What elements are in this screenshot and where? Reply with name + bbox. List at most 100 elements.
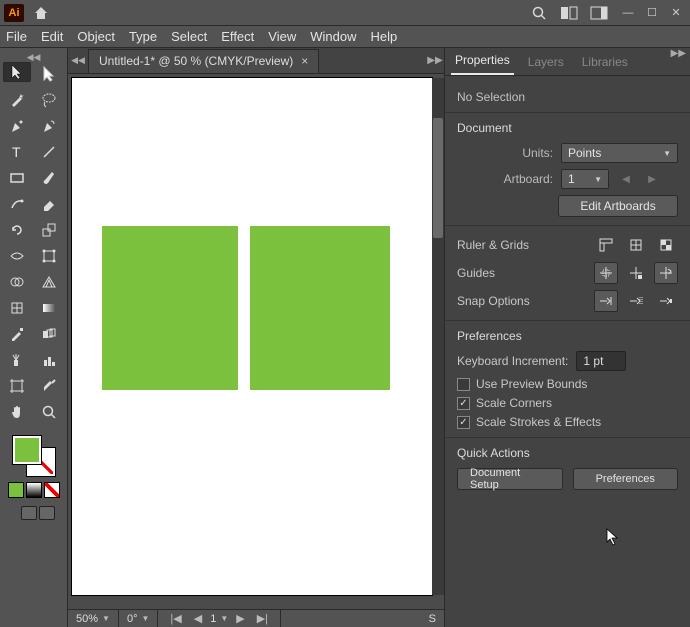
tab-layers[interactable]: Layers [524, 49, 568, 75]
window-titlebar: Ai — ☐ ✕ [0, 0, 690, 26]
document-setup-button[interactable]: Document Setup [457, 468, 563, 490]
snap-to-grid-icon[interactable] [624, 290, 648, 312]
symbol-sprayer-tool[interactable] [3, 348, 31, 372]
home-icon[interactable] [32, 4, 50, 22]
properties-panel: Properties Layers Libraries ▶▶ No Select… [444, 48, 690, 627]
width-tool[interactable] [3, 244, 31, 268]
transparency-grid-icon[interactable] [654, 234, 678, 256]
preferences-button[interactable]: Preferences [573, 468, 679, 490]
menu-edit[interactable]: Edit [41, 29, 63, 44]
selection-tool[interactable] [3, 62, 31, 82]
menu-help[interactable]: Help [370, 29, 397, 44]
checkbox-icon [457, 378, 470, 391]
fill-swatch[interactable] [13, 436, 41, 464]
arrange-documents-icon[interactable] [588, 3, 610, 23]
menu-effect[interactable]: Effect [221, 29, 254, 44]
ruler-toggle-icon[interactable] [594, 234, 618, 256]
menu-select[interactable]: Select [171, 29, 207, 44]
document-tab[interactable]: Untitled-1* @ 50 % (CMYK/Preview) × [88, 49, 319, 73]
type-tool[interactable]: T [3, 140, 31, 164]
rotate-tool[interactable] [3, 218, 31, 242]
perspective-grid-tool[interactable] [35, 270, 63, 294]
status-s: S [421, 610, 444, 627]
column-graph-tool[interactable] [35, 348, 63, 372]
shape-builder-tool[interactable] [3, 270, 31, 294]
zoom-level-display[interactable]: 50%▼ [68, 610, 119, 627]
normal-screen-mode-icon[interactable] [21, 506, 37, 520]
eyedropper-tool[interactable] [3, 322, 31, 346]
use-preview-bounds-label: Use Preview Bounds [476, 377, 587, 391]
scale-tool[interactable] [35, 218, 63, 242]
gradient-tool[interactable] [35, 296, 63, 320]
artboard-select-value: 1 [568, 172, 575, 186]
eraser-tool[interactable] [35, 192, 63, 216]
panel-collapse-icon[interactable]: ▶▶ [426, 55, 444, 66]
document-tab-close-icon[interactable]: × [301, 54, 308, 68]
show-guides-icon[interactable] [594, 262, 618, 284]
artboard-next-icon[interactable]: ▶ [643, 170, 661, 188]
menu-type[interactable]: Type [129, 29, 157, 44]
curvature-tool[interactable] [35, 114, 63, 138]
rectangle-tool[interactable] [3, 166, 31, 190]
units-select[interactable]: Points▼ [561, 143, 678, 163]
tab-scroll-left-icon[interactable]: ◀◀ [68, 55, 88, 66]
paintbrush-tool[interactable] [35, 166, 63, 190]
free-transform-tool[interactable] [35, 244, 63, 268]
window-minimize-button[interactable]: — [618, 6, 638, 20]
hand-tool[interactable] [3, 400, 31, 424]
magic-wand-tool[interactable] [3, 88, 31, 112]
scrollbar-thumb[interactable] [433, 118, 443, 238]
artboard-label: Artboard: [457, 172, 553, 186]
artboard-prev-icon[interactable]: ◀ [617, 170, 635, 188]
menu-object[interactable]: Object [77, 29, 115, 44]
edit-artboards-button[interactable]: Edit Artboards [558, 195, 678, 217]
green-rectangle-2[interactable] [250, 226, 390, 390]
lasso-tool[interactable] [35, 88, 63, 112]
gradient-mode-icon[interactable] [26, 482, 42, 498]
search-icon[interactable] [528, 3, 550, 23]
slice-tool[interactable] [35, 374, 63, 398]
none-mode-icon[interactable] [44, 482, 60, 498]
panel-expand-icon[interactable]: ▶▶ [671, 48, 686, 59]
workspace-switch-icon[interactable] [558, 3, 580, 23]
artboard-tool[interactable] [3, 374, 31, 398]
scale-strokes-checkbox[interactable]: ✓ Scale Strokes & Effects [457, 415, 678, 429]
status-bar: 50%▼ 0°▼ |◀◀1▼▶▶| S [68, 609, 444, 627]
color-mode-icon[interactable] [8, 482, 24, 498]
artboard-select[interactable]: 1▼ [561, 169, 609, 189]
menu-view[interactable]: View [268, 29, 296, 44]
fullscreen-mode-icon[interactable] [39, 506, 55, 520]
snap-to-point-icon[interactable] [594, 290, 618, 312]
canvas[interactable] [68, 74, 444, 609]
shaper-tool[interactable] [3, 192, 31, 216]
line-segment-tool[interactable] [35, 140, 63, 164]
snap-to-pixel-icon[interactable] [654, 290, 678, 312]
toolbox-collapse-icon[interactable]: ◀◀ [0, 52, 67, 62]
vertical-scrollbar[interactable] [432, 78, 444, 595]
artboard[interactable] [72, 78, 432, 595]
blend-tool[interactable] [35, 322, 63, 346]
keyboard-increment-input[interactable]: 1 pt [576, 351, 626, 371]
artboard-nav-display[interactable]: |◀◀1▼▶▶| [158, 610, 281, 627]
direct-selection-tool[interactable] [35, 62, 63, 86]
tab-properties[interactable]: Properties [451, 47, 514, 75]
lock-guides-icon[interactable] [624, 262, 648, 284]
menu-file[interactable]: File [6, 29, 27, 44]
use-preview-bounds-checkbox[interactable]: Use Preview Bounds [457, 377, 678, 391]
scale-corners-checkbox[interactable]: ✓ Scale Corners [457, 396, 678, 410]
tab-libraries[interactable]: Libraries [578, 49, 632, 75]
menu-window[interactable]: Window [310, 29, 356, 44]
main-menubar: File Edit Object Type Select Effect View… [0, 26, 690, 48]
smart-guides-icon[interactable] [654, 262, 678, 284]
window-maximize-button[interactable]: ☐ [642, 6, 662, 20]
grid-toggle-icon[interactable] [624, 234, 648, 256]
green-rectangle-1[interactable] [102, 226, 238, 390]
document-section-title: Document [457, 121, 678, 135]
window-close-button[interactable]: ✕ [666, 6, 686, 20]
mesh-tool[interactable] [3, 296, 31, 320]
rotation-display[interactable]: 0°▼ [119, 610, 158, 627]
zoom-tool[interactable] [35, 400, 63, 424]
ruler-grids-label: Ruler & Grids [457, 238, 586, 252]
pen-tool[interactable] [3, 114, 31, 138]
fill-stroke-swatch[interactable] [11, 436, 57, 476]
